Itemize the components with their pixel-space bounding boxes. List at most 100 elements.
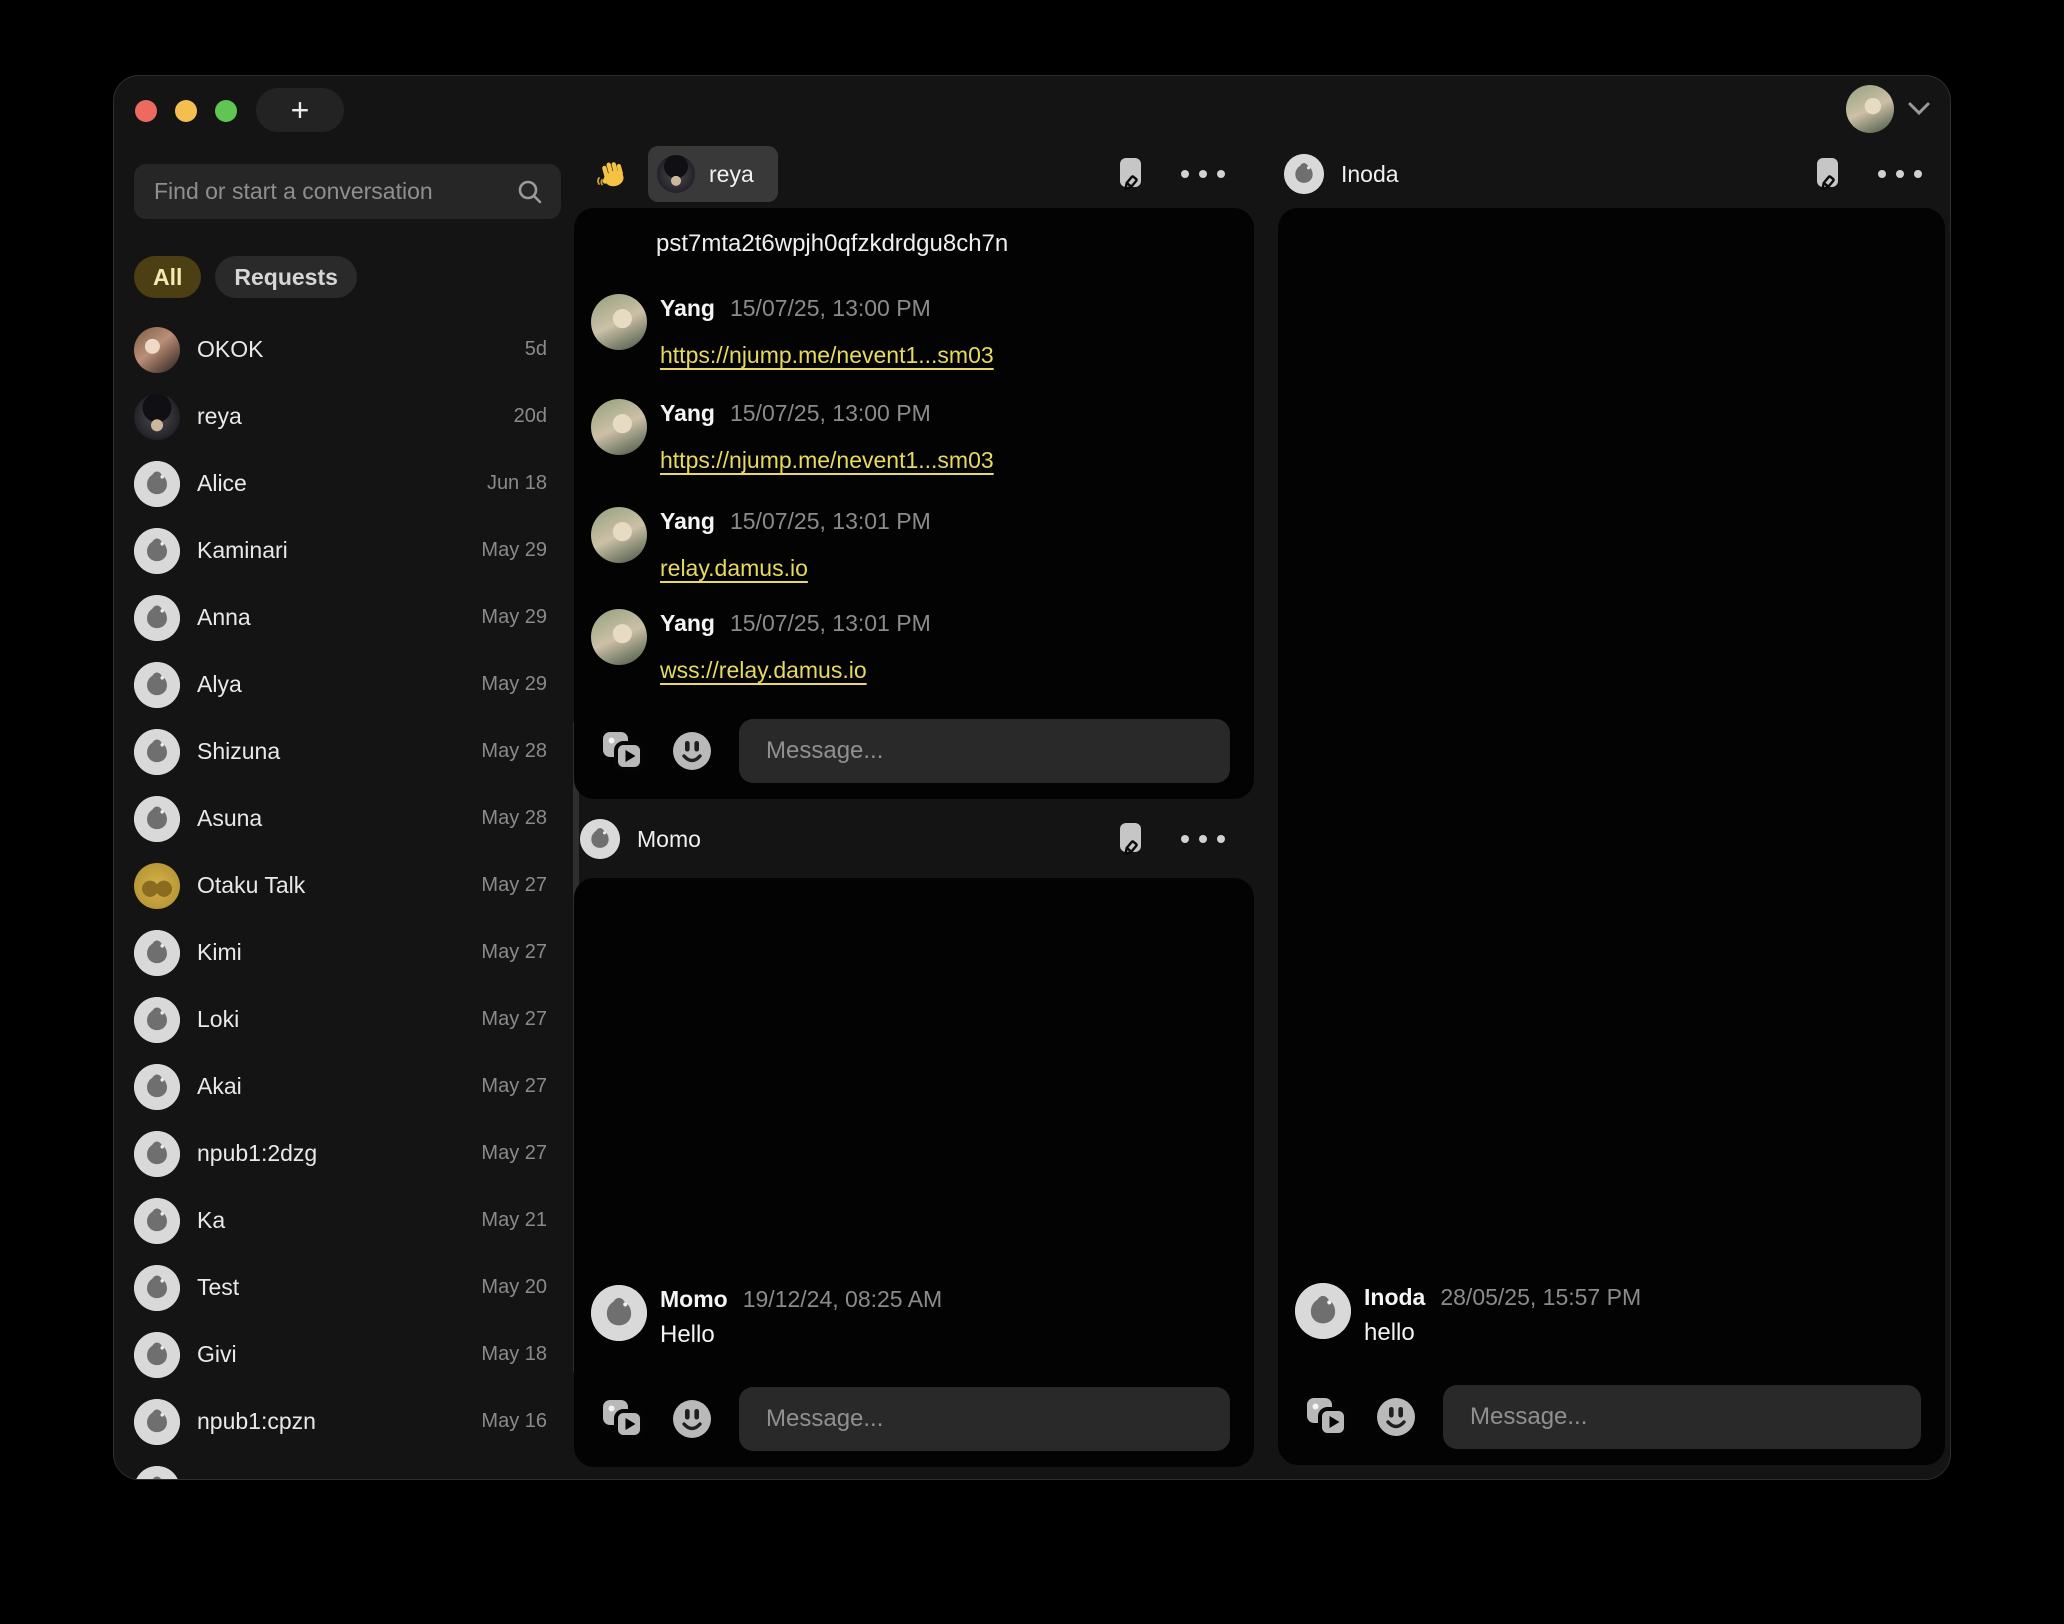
conversation-row[interactable]: Shizuna May 28 <box>134 718 561 785</box>
search-input[interactable] <box>152 177 507 206</box>
conversation-row[interactable]: OKOK 5d <box>134 316 561 383</box>
conversation-row[interactable]: Loki May 27 <box>134 986 561 1053</box>
filter-requests[interactable]: Requests <box>215 256 357 298</box>
conversation-row[interactable]: Otaku Talk May 27 <box>134 852 561 919</box>
middle-column: reya ket6qy4tmpag2lygh1mf66ykzknwnj7y <box>574 76 1254 1480</box>
avatar <box>591 1285 647 1341</box>
author-name: Momo <box>660 1286 728 1313</box>
conversation-row[interactable]: Akai May 27 <box>134 1053 561 1120</box>
conversation-row[interactable]: Kimi May 27 <box>134 919 561 986</box>
zoom-button[interactable] <box>215 100 237 122</box>
author-name: Inoda <box>1364 1284 1425 1311</box>
app-window: + All Requests OKOK 5d reya 20d <box>113 75 1951 1480</box>
peer-avatar <box>1284 154 1324 194</box>
conversation-row[interactable]: npub1:2dzg May 27 <box>134 1120 561 1187</box>
conversation-name: Alice <box>197 470 470 497</box>
filter-tabs: All Requests <box>134 256 357 298</box>
message-time: 15/07/25, 13:01 PM <box>730 508 931 535</box>
author-name: Yang <box>660 610 715 637</box>
media-button[interactable] <box>601 730 645 772</box>
peer-name: reya <box>709 161 754 188</box>
avatar <box>134 796 180 842</box>
conversation-row[interactable]: Kaminari May 29 <box>134 517 561 584</box>
media-button[interactable] <box>601 1398 645 1440</box>
conversation-name: Alya <box>197 671 464 698</box>
close-button[interactable] <box>135 100 157 122</box>
conversation-name: OKOK <box>197 336 508 363</box>
conversation-name: Kaminari <box>197 537 464 564</box>
conversation-row[interactable]: Anna May 29 <box>134 584 561 651</box>
filter-all[interactable]: All <box>134 256 201 298</box>
conversation-name: Test <box>197 1274 464 1301</box>
message-row: Yang 15/07/25, 13:01 PM relay.damus.io <box>591 505 931 585</box>
conversation-time: 20d <box>514 405 561 428</box>
notes-button[interactable] <box>1116 156 1146 192</box>
message-time: 19/12/24, 08:25 AM <box>743 1286 943 1313</box>
conversation-time: May 21 <box>481 1209 561 1232</box>
conversation-row[interactable]: Ka May 21 <box>134 1187 561 1254</box>
peer-avatar <box>657 155 695 193</box>
right-column: Inoda <box>1278 76 1945 1480</box>
emoji-icon <box>672 1399 712 1439</box>
peer-chip-reya[interactable]: reya <box>648 146 778 202</box>
avatar <box>134 528 180 574</box>
scrollback-text: ket6qy4tmpag2lygh1mf66ykzknwnj7y pst7mta… <box>656 208 1054 270</box>
wave-icon[interactable] <box>596 158 628 190</box>
inoda-panel-header: Inoda <box>1278 151 1945 197</box>
search-icon <box>517 179 543 205</box>
reya-panel-header: reya <box>574 146 1254 202</box>
author-name: Yang <box>660 295 715 322</box>
conversation-time: May 29 <box>481 606 561 629</box>
minimize-button[interactable] <box>175 100 197 122</box>
media-icon <box>601 730 645 772</box>
notes-button[interactable] <box>1813 156 1843 192</box>
conversation-row[interactable] <box>134 1455 561 1480</box>
message-input[interactable] <box>764 1404 1205 1434</box>
media-button[interactable] <box>1305 1396 1349 1438</box>
more-button[interactable] <box>1180 169 1226 179</box>
conversation-name: Ka <box>197 1207 464 1234</box>
emoji-button[interactable] <box>672 731 712 771</box>
message-input[interactable] <box>764 736 1205 766</box>
reya-chat-area: ket6qy4tmpag2lygh1mf66ykzknwnj7y pst7mta… <box>574 208 1254 799</box>
conversation-row[interactable]: Test May 20 <box>134 1254 561 1321</box>
avatar <box>134 1466 180 1481</box>
message-time: 28/05/25, 15:57 PM <box>1440 1284 1641 1311</box>
conversation-row[interactable]: Givi May 18 <box>134 1321 561 1388</box>
conversation-time: May 28 <box>481 740 561 763</box>
message-row: Yang 15/07/25, 13:00 PM https://njump.me… <box>591 292 994 372</box>
conversation-name: reya <box>197 403 497 430</box>
conversation-time: May 16 <box>481 1410 561 1433</box>
composer <box>601 1387 1230 1451</box>
message-link[interactable]: https://njump.me/nevent1...sm03 <box>660 338 994 372</box>
message-time: 15/07/25, 13:01 PM <box>730 610 931 637</box>
media-icon <box>1305 1396 1349 1438</box>
conversation-name: Asuna <box>197 805 464 832</box>
peer-name: Inoda <box>1341 161 1399 188</box>
conversation-time: May 27 <box>481 1075 561 1098</box>
plus-icon: + <box>291 94 310 126</box>
message-input-box <box>1443 1385 1921 1449</box>
message-link[interactable]: https://njump.me/nevent1...sm03 <box>660 443 994 477</box>
new-chat-button[interactable]: + <box>256 88 344 132</box>
scrollback-clipped-line: ket6qy4tmpag2lygh1mf66ykzknwnj7y <box>656 208 1054 218</box>
conversation-row[interactable]: reya 20d <box>134 383 561 450</box>
conversation-row[interactable]: Alice Jun 18 <box>134 450 561 517</box>
notes-button[interactable] <box>1116 821 1146 857</box>
conversation-row[interactable]: npub1:cpzn May 16 <box>134 1388 561 1455</box>
message-row: Momo 19/12/24, 08:25 AM Hello <box>591 1283 942 1355</box>
avatar <box>134 729 180 775</box>
more-button[interactable] <box>1180 834 1226 844</box>
conversation-row[interactable]: Alya May 29 <box>134 651 561 718</box>
message-link[interactable]: wss://relay.damus.io <box>660 653 931 687</box>
message-link[interactable]: relay.damus.io <box>660 551 931 585</box>
conversation-row[interactable]: Asuna May 28 <box>134 785 561 852</box>
conversation-list: OKOK 5d reya 20d Alice Jun 18 Kaminari M… <box>134 316 561 1480</box>
window-controls <box>135 100 237 122</box>
emoji-button[interactable] <box>672 1399 712 1439</box>
more-button[interactable] <box>1877 169 1923 179</box>
conversation-name: Givi <box>197 1341 464 1368</box>
message-input[interactable] <box>1468 1402 1896 1432</box>
emoji-button[interactable] <box>1376 1397 1416 1437</box>
conversation-name: Shizuna <box>197 738 464 765</box>
